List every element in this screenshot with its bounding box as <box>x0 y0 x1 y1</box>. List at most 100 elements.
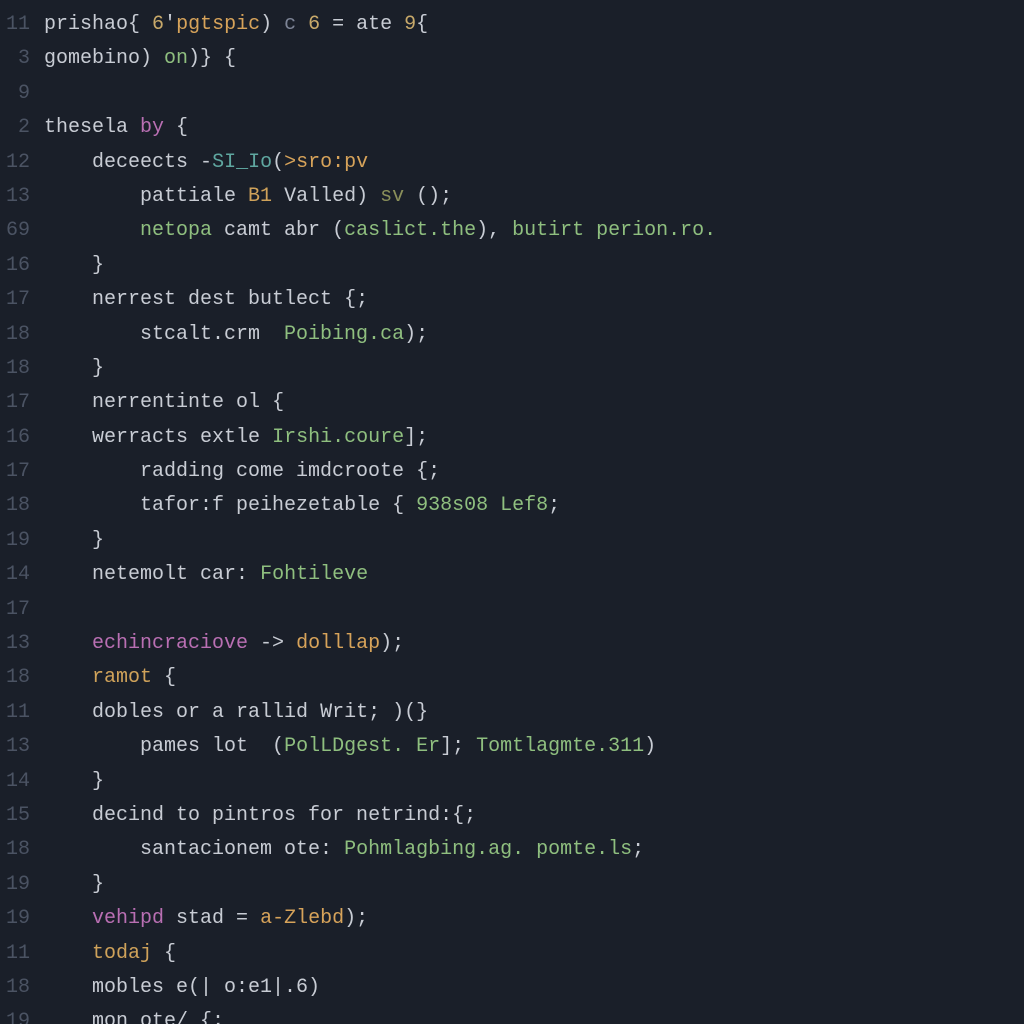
code-content[interactable]: prishao{ 6'pgtspic) c 6 = ate 9{ <box>44 8 1024 42</box>
code-line[interactable]: 12 deceects -SI_Io(>sro:pv <box>0 146 1024 180</box>
code-line[interactable]: 19 vehipd stad = a-Zlebd); <box>0 902 1024 936</box>
code-content[interactable]: deceects -SI_Io(>sro:pv <box>44 146 1024 180</box>
code-content[interactable]: netopa camt abr (caslict.the), butirt pe… <box>44 214 1024 248</box>
token: stcalt <box>140 323 212 346</box>
code-line[interactable]: 16 werracts extle Irshi.coure]; <box>0 421 1024 455</box>
line-number: 14 <box>0 765 44 799</box>
code-line[interactable]: 17 <box>0 593 1024 627</box>
code-line[interactable]: 14 } <box>0 765 1024 799</box>
code-line[interactable]: 9 <box>0 77 1024 111</box>
token: Valled <box>284 185 356 208</box>
token: {; <box>200 1010 224 1024</box>
token <box>44 460 140 483</box>
code-content[interactable]: } <box>44 524 1024 558</box>
token: ote: <box>284 838 344 861</box>
code-line[interactable]: 14 netemolt car: Fohtileve <box>0 558 1024 592</box>
code-line[interactable]: 11prishao{ 6'pgtspic) c 6 = ate 9{ <box>0 8 1024 42</box>
code-content[interactable]: nerrest dest butlect {; <box>44 283 1024 317</box>
token: ( <box>272 151 284 174</box>
token: ; )(} <box>368 701 428 724</box>
code-line[interactable]: 3gomebino) on)} { <box>0 42 1024 76</box>
code-content[interactable]: nerrentinte ol { <box>44 386 1024 420</box>
token <box>44 735 140 758</box>
code-line[interactable]: 13 pames lot (PolLDgest. Er]; Tomtlagmte… <box>0 730 1024 764</box>
line-number: 18 <box>0 971 44 1005</box>
code-line[interactable]: 18 tafor:f peihezetable { 938s08 Lef8; <box>0 489 1024 523</box>
token: {; <box>416 460 440 483</box>
token: ' <box>164 13 176 36</box>
code-editor[interactable]: 11prishao{ 6'pgtspic) c 6 = ate 9{3gomeb… <box>0 0 1024 1024</box>
code-line[interactable]: 18 ramot { <box>0 661 1024 695</box>
code-content[interactable]: mon ote/ {; <box>44 1005 1024 1024</box>
code-line[interactable]: 18 } <box>0 352 1024 386</box>
token: 6 <box>308 13 332 36</box>
code-content[interactable]: ramot { <box>44 661 1024 695</box>
code-content[interactable]: tafor:f peihezetable { 938s08 Lef8; <box>44 489 1024 523</box>
token: a-Zlebd <box>260 907 344 930</box>
code-line[interactable]: 13 echincraciove -> dolllap); <box>0 627 1024 661</box>
token: PolLDgest. Er <box>284 735 440 758</box>
token <box>44 494 140 517</box>
code-line[interactable]: 18 stcalt.crm Poibing.ca); <box>0 318 1024 352</box>
token: gomebino <box>44 47 140 70</box>
token: :f <box>200 494 236 517</box>
code-content[interactable]: } <box>44 765 1024 799</box>
code-content[interactable]: netemolt car: Fohtileve <box>44 558 1024 592</box>
token <box>44 666 92 689</box>
code-line[interactable]: 16 } <box>0 249 1024 283</box>
code-line[interactable]: 69 netopa camt abr (caslict.the), butirt… <box>0 214 1024 248</box>
token: netemolt <box>92 563 200 586</box>
code-content[interactable]: stcalt.crm Poibing.ca); <box>44 318 1024 352</box>
token: :{; <box>440 804 476 827</box>
code-content[interactable] <box>44 593 1024 627</box>
token: pattiale <box>140 185 248 208</box>
code-line[interactable]: 15 decind to pintros for netrind:{; <box>0 799 1024 833</box>
code-content[interactable]: werracts extle Irshi.coure]; <box>44 421 1024 455</box>
token: = <box>236 907 260 930</box>
code-content[interactable]: dobles or a rallid Writ; )(} <box>44 696 1024 730</box>
code-content[interactable]: } <box>44 249 1024 283</box>
token: pames <box>140 735 212 758</box>
code-content[interactable]: pattiale B1 Valled) sv (); <box>44 180 1024 214</box>
token: >sro:pv <box>284 151 368 174</box>
token: { <box>272 391 284 414</box>
token: decind <box>92 804 176 827</box>
code-line[interactable]: 17 radding come imdcroote {; <box>0 455 1024 489</box>
code-content[interactable]: echincraciove -> dolllap); <box>44 627 1024 661</box>
code-content[interactable]: thesela by { <box>44 111 1024 145</box>
token <box>44 701 92 724</box>
code-line[interactable]: 18 santacionem ote: Pohmlagbing.ag. pomt… <box>0 833 1024 867</box>
token: radding <box>140 460 236 483</box>
token: peihezetable <box>236 494 392 517</box>
code-content[interactable]: vehipd stad = a-Zlebd); <box>44 902 1024 936</box>
token: } <box>44 254 104 277</box>
code-content[interactable]: pames lot (PolLDgest. Er]; Tomtlagmte.31… <box>44 730 1024 764</box>
code-content[interactable]: radding come imdcroote {; <box>44 455 1024 489</box>
code-line[interactable]: 2thesela by { <box>0 111 1024 145</box>
code-line[interactable]: 13 pattiale B1 Valled) sv (); <box>0 180 1024 214</box>
code-line[interactable]: 11 todaj { <box>0 937 1024 971</box>
token: c <box>284 13 308 36</box>
code-line[interactable]: 18 mobles e(| o:e1|.6) <box>0 971 1024 1005</box>
code-content[interactable]: } <box>44 868 1024 902</box>
code-content[interactable]: } <box>44 352 1024 386</box>
token: Writ <box>320 701 368 724</box>
code-line[interactable]: 19 mon ote/ {; <box>0 1005 1024 1024</box>
token: ate <box>356 13 404 36</box>
code-content[interactable] <box>44 77 1024 111</box>
line-number: 17 <box>0 455 44 489</box>
code-content[interactable]: todaj { <box>44 937 1024 971</box>
token: Tomtlagmte.311 <box>476 735 644 758</box>
code-content[interactable]: mobles e(| o:e1|.6) <box>44 971 1024 1005</box>
code-content[interactable]: gomebino) on)} { <box>44 42 1024 76</box>
token: 9 <box>404 13 416 36</box>
code-line[interactable]: 19 } <box>0 868 1024 902</box>
token: nerrentinte <box>92 391 236 414</box>
token: } <box>44 770 104 793</box>
code-content[interactable]: santacionem ote: Pohmlagbing.ag. pomte.l… <box>44 833 1024 867</box>
code-line[interactable]: 11 dobles or a rallid Writ; )(} <box>0 696 1024 730</box>
code-content[interactable]: decind to pintros for netrind:{; <box>44 799 1024 833</box>
code-line[interactable]: 19 } <box>0 524 1024 558</box>
code-line[interactable]: 17 nerrest dest butlect {; <box>0 283 1024 317</box>
code-line[interactable]: 17 nerrentinte ol { <box>0 386 1024 420</box>
